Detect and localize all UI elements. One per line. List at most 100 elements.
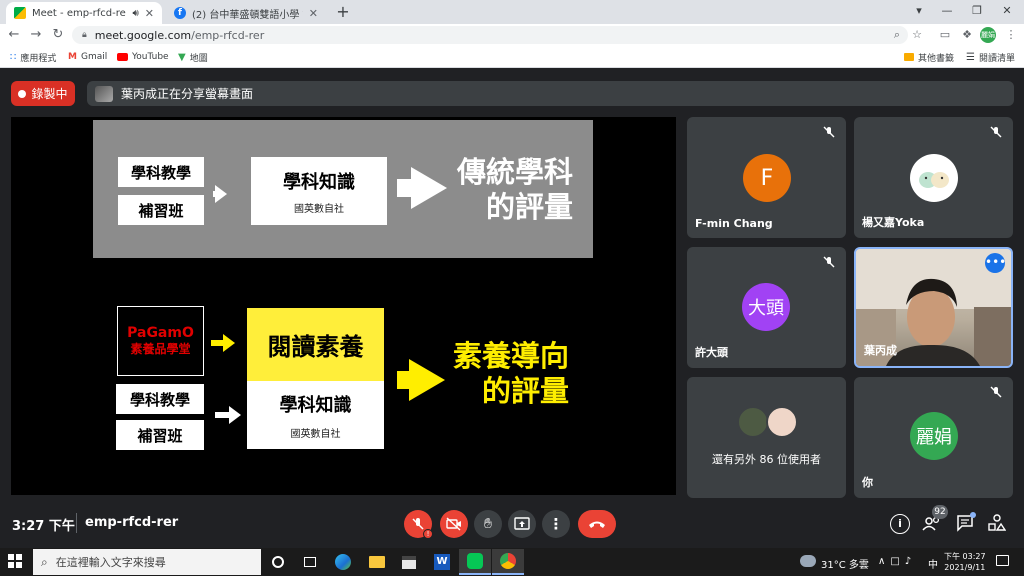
mic-off-icon (822, 255, 836, 269)
reload-icon[interactable]: ↻ (49, 24, 67, 46)
presentation-area[interactable]: 學科教學 補習班 學科知識 國英數自社 傳統學科 的評量 PaGamO 素養品學… (11, 117, 676, 495)
weather-text[interactable]: 31°C 多雲 (821, 556, 869, 571)
big-arrow-shaft (397, 179, 413, 197)
mic-off-icon (412, 518, 424, 530)
forward-arrow-icon[interactable]: → (27, 24, 45, 46)
weather-cloud-icon (800, 555, 816, 567)
leave-call-button[interactable] (578, 510, 616, 538)
bookmark-reading-list[interactable]: ☰ 閱讀清單 (966, 46, 1015, 68)
slide-result-literacy: 素養導向 的評量 (452, 339, 569, 408)
participant-tile-self[interactable]: 麗娟 你 (854, 377, 1013, 498)
profile-avatar[interactable]: 麗娟 (980, 27, 996, 43)
back-arrow-icon[interactable]: ← (5, 24, 23, 46)
close-tab-icon[interactable]: ✕ (145, 7, 154, 20)
star-icon[interactable]: ☆ (908, 24, 926, 46)
participant-avatar-photo (766, 406, 798, 438)
big-yellow-arrow-shaft (397, 371, 411, 389)
participant-tile[interactable]: 楊又嘉Yoka (854, 117, 1013, 238)
presenter-avatar (95, 85, 113, 102)
taskbar-search-box[interactable]: ⌕ 在這裡輸入文字來搜尋 (33, 549, 261, 575)
warning-badge-icon: ! (423, 529, 433, 539)
maps-pin-icon: ▼ (178, 51, 186, 63)
slide-box-subject-teaching: 學科教學 (118, 157, 204, 187)
task-view-icon[interactable] (294, 549, 326, 575)
mic-off-icon (822, 125, 836, 139)
hand-icon: ✋︎ (484, 516, 492, 532)
mic-off-icon (989, 125, 1003, 139)
people-button[interactable]: 92 (922, 505, 948, 534)
participant-avatar-photo (737, 406, 769, 438)
new-tab-button[interactable]: + (333, 2, 353, 22)
more-options-icon[interactable]: ••• (985, 253, 1006, 273)
apps-grid-icon: ∷ (10, 51, 17, 63)
chat-button[interactable] (956, 512, 976, 534)
line-app-icon[interactable] (459, 549, 491, 575)
recording-badge[interactable]: 錄製中 (11, 81, 75, 106)
meeting-details-icon[interactable]: i (890, 514, 910, 534)
unread-dot-icon (970, 512, 976, 518)
edge-icon[interactable] (327, 549, 359, 575)
close-tab-icon[interactable]: ✕ (309, 7, 318, 20)
chrome-menu-icon[interactable]: ⋮ (1002, 24, 1020, 46)
participant-tile[interactable]: F F-min Chang (687, 117, 846, 238)
word-icon[interactable]: W (426, 549, 458, 575)
screen-share-banner: 葉丙成正在分享螢幕畫面 (87, 81, 1014, 106)
bookmark-other[interactable]: 其他書籤 (904, 46, 954, 68)
cortana-icon[interactable] (262, 549, 294, 575)
file-explorer-icon[interactable] (361, 549, 393, 575)
camera-toggle-button[interactable] (440, 510, 468, 538)
slide-box-reading-literacy: 閱讀素養 (247, 308, 384, 381)
youtube-icon (117, 53, 128, 61)
system-tray-icons[interactable]: ∧□♪ (878, 556, 916, 567)
people-count-badge: 92 (932, 505, 948, 519)
url-path: /emp-rfcd-rer (191, 28, 265, 42)
address-bar[interactable]: 🔒︎ meet.google.com/emp-rfcd-rer (72, 26, 908, 44)
participant-tile[interactable]: 大頭 許大頭 (687, 247, 846, 368)
meeting-time: 3:27 下午 (12, 519, 75, 534)
gmail-icon: M (68, 52, 77, 62)
meeting-code: emp-rfcd-rer (85, 515, 179, 530)
slide-box-cram-school-2: 補習班 (116, 420, 204, 450)
participant-tile-others[interactable]: 還有另外 86 位使用者 (687, 377, 846, 498)
tab-facebook[interactable]: f (2) 台中華盛頓雙語小學 Washing ✕ (166, 2, 326, 24)
tab-search-icon[interactable]: ▾ (904, 0, 934, 24)
activities-icon (988, 514, 1007, 531)
activities-button[interactable] (988, 514, 1007, 534)
maximize-icon[interactable]: ❐ (962, 0, 992, 24)
chrome-app-icon[interactable] (492, 549, 524, 575)
search-icon: ⌕ (41, 554, 48, 569)
present-icon (514, 517, 530, 530)
more-vert-icon: ⋮ (548, 515, 564, 533)
cast-icon[interactable]: ▭ (936, 24, 954, 46)
participant-tile-video[interactable]: ••• 葉丙成 (854, 247, 1013, 368)
arrow-shaft (213, 191, 219, 197)
ime-indicator[interactable]: 中 (928, 556, 938, 571)
present-screen-button[interactable] (508, 510, 536, 538)
bookmark-maps[interactable]: ▼ 地圖 (178, 46, 208, 68)
raise-hand-button[interactable]: ✋︎ (474, 510, 502, 538)
participant-avatar: F (743, 154, 791, 202)
windows-start-icon[interactable] (8, 554, 22, 568)
bookmark-apps[interactable]: ∷ 應用程式 (10, 46, 56, 68)
taskbar-clock[interactable]: 下午 03:27 2021/9/11 (944, 551, 986, 573)
url-host: meet.google.com (94, 28, 192, 42)
mic-toggle-button[interactable]: ! (404, 510, 433, 539)
zoom-icon[interactable]: ⌕ (888, 24, 906, 46)
reading-list-icon: ☰ (966, 51, 975, 63)
slide-box-cram-school: 補習班 (118, 195, 204, 225)
pagamo-box: PaGamO 素養品學堂 (117, 306, 204, 376)
participant-avatar-photo (910, 154, 958, 202)
minimize-icon[interactable]: — (932, 0, 962, 24)
extensions-icon[interactable]: ❖ (958, 24, 976, 46)
tab-title: (2) 台中華盛頓雙語小學 Washing (192, 9, 303, 21)
notification-icon[interactable] (996, 555, 1009, 566)
bookmark-youtube[interactable]: YouTube (117, 46, 169, 68)
tab-meet[interactable]: Meet - emp-rfcd-rer 🔊︎ ✕ (6, 2, 162, 24)
slide-result-traditional: 傳統學科 的評量 (456, 155, 573, 224)
slide-box-subject-knowledge-2: 學科知識 國英數自社 (247, 381, 384, 449)
facebook-icon: f (174, 7, 186, 19)
more-options-button[interactable]: ⋮ (542, 510, 570, 538)
store-icon[interactable] (393, 549, 425, 575)
bookmark-gmail[interactable]: M Gmail (68, 46, 107, 68)
close-window-icon[interactable]: ✕ (992, 0, 1022, 24)
